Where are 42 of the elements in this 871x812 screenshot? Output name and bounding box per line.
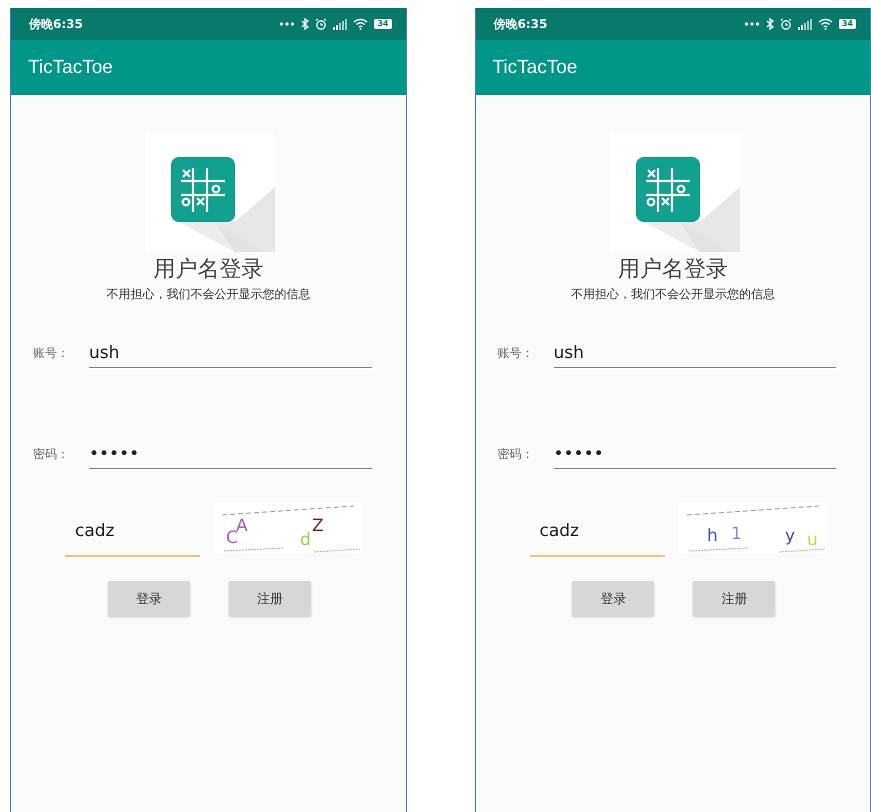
login-heading: 用户名登录 [618,256,728,284]
wifi-icon [353,18,368,30]
captcha-character: C [226,528,238,548]
input-field[interactable]: ••••• [554,444,836,469]
captcha-input-field[interactable]: cadz [530,521,664,557]
input-field[interactable]: ush [554,343,836,368]
battery-level: 34 [838,19,856,29]
form-button[interactable]: 注册 [228,581,311,616]
alarm-icon [315,18,328,30]
battery-level: 34 [374,19,392,29]
app-title: TicTacToe [492,56,578,78]
form-button[interactable]: 登录 [108,581,190,616]
captcha-character: 1 [730,524,742,544]
captcha-character: Z [312,516,324,536]
field-label: 账号： [498,345,534,362]
alarm-icon [780,18,792,30]
more-dots-icon [744,21,760,27]
captcha-character: d [300,530,311,550]
login-heading: 用户名登录 [153,256,264,284]
field-label: 密码： [498,446,534,463]
bluetooth-icon [766,18,774,30]
captcha-character: y [784,526,795,546]
form-button[interactable]: 登录 [572,581,654,616]
captcha-input-field[interactable]: cadz [65,521,200,557]
signal-icon [333,18,348,30]
field-label: 密码： [33,446,70,463]
captcha-character: u [806,530,818,550]
signal-icon [798,18,812,30]
more-dots-icon [279,21,296,27]
field-label: 账号： [33,345,70,362]
captcha-character: A [236,516,248,536]
input-field[interactable]: ush [89,343,372,368]
app-title: TicTacToe [28,56,113,78]
bluetooth-icon [301,18,310,30]
captcha-character: h [706,526,718,546]
status-time: 傍晚6:35 [494,16,548,32]
privacy-note: 不用担心，我们不会公开显示您的信息 [106,286,310,303]
privacy-note: 不用担心，我们不会公开显示您的信息 [570,286,775,303]
status-time: 傍晚6:35 [29,16,83,32]
wifi-icon [818,18,833,30]
input-field[interactable]: ••••• [89,444,372,469]
form-button[interactable]: 注册 [693,581,776,616]
